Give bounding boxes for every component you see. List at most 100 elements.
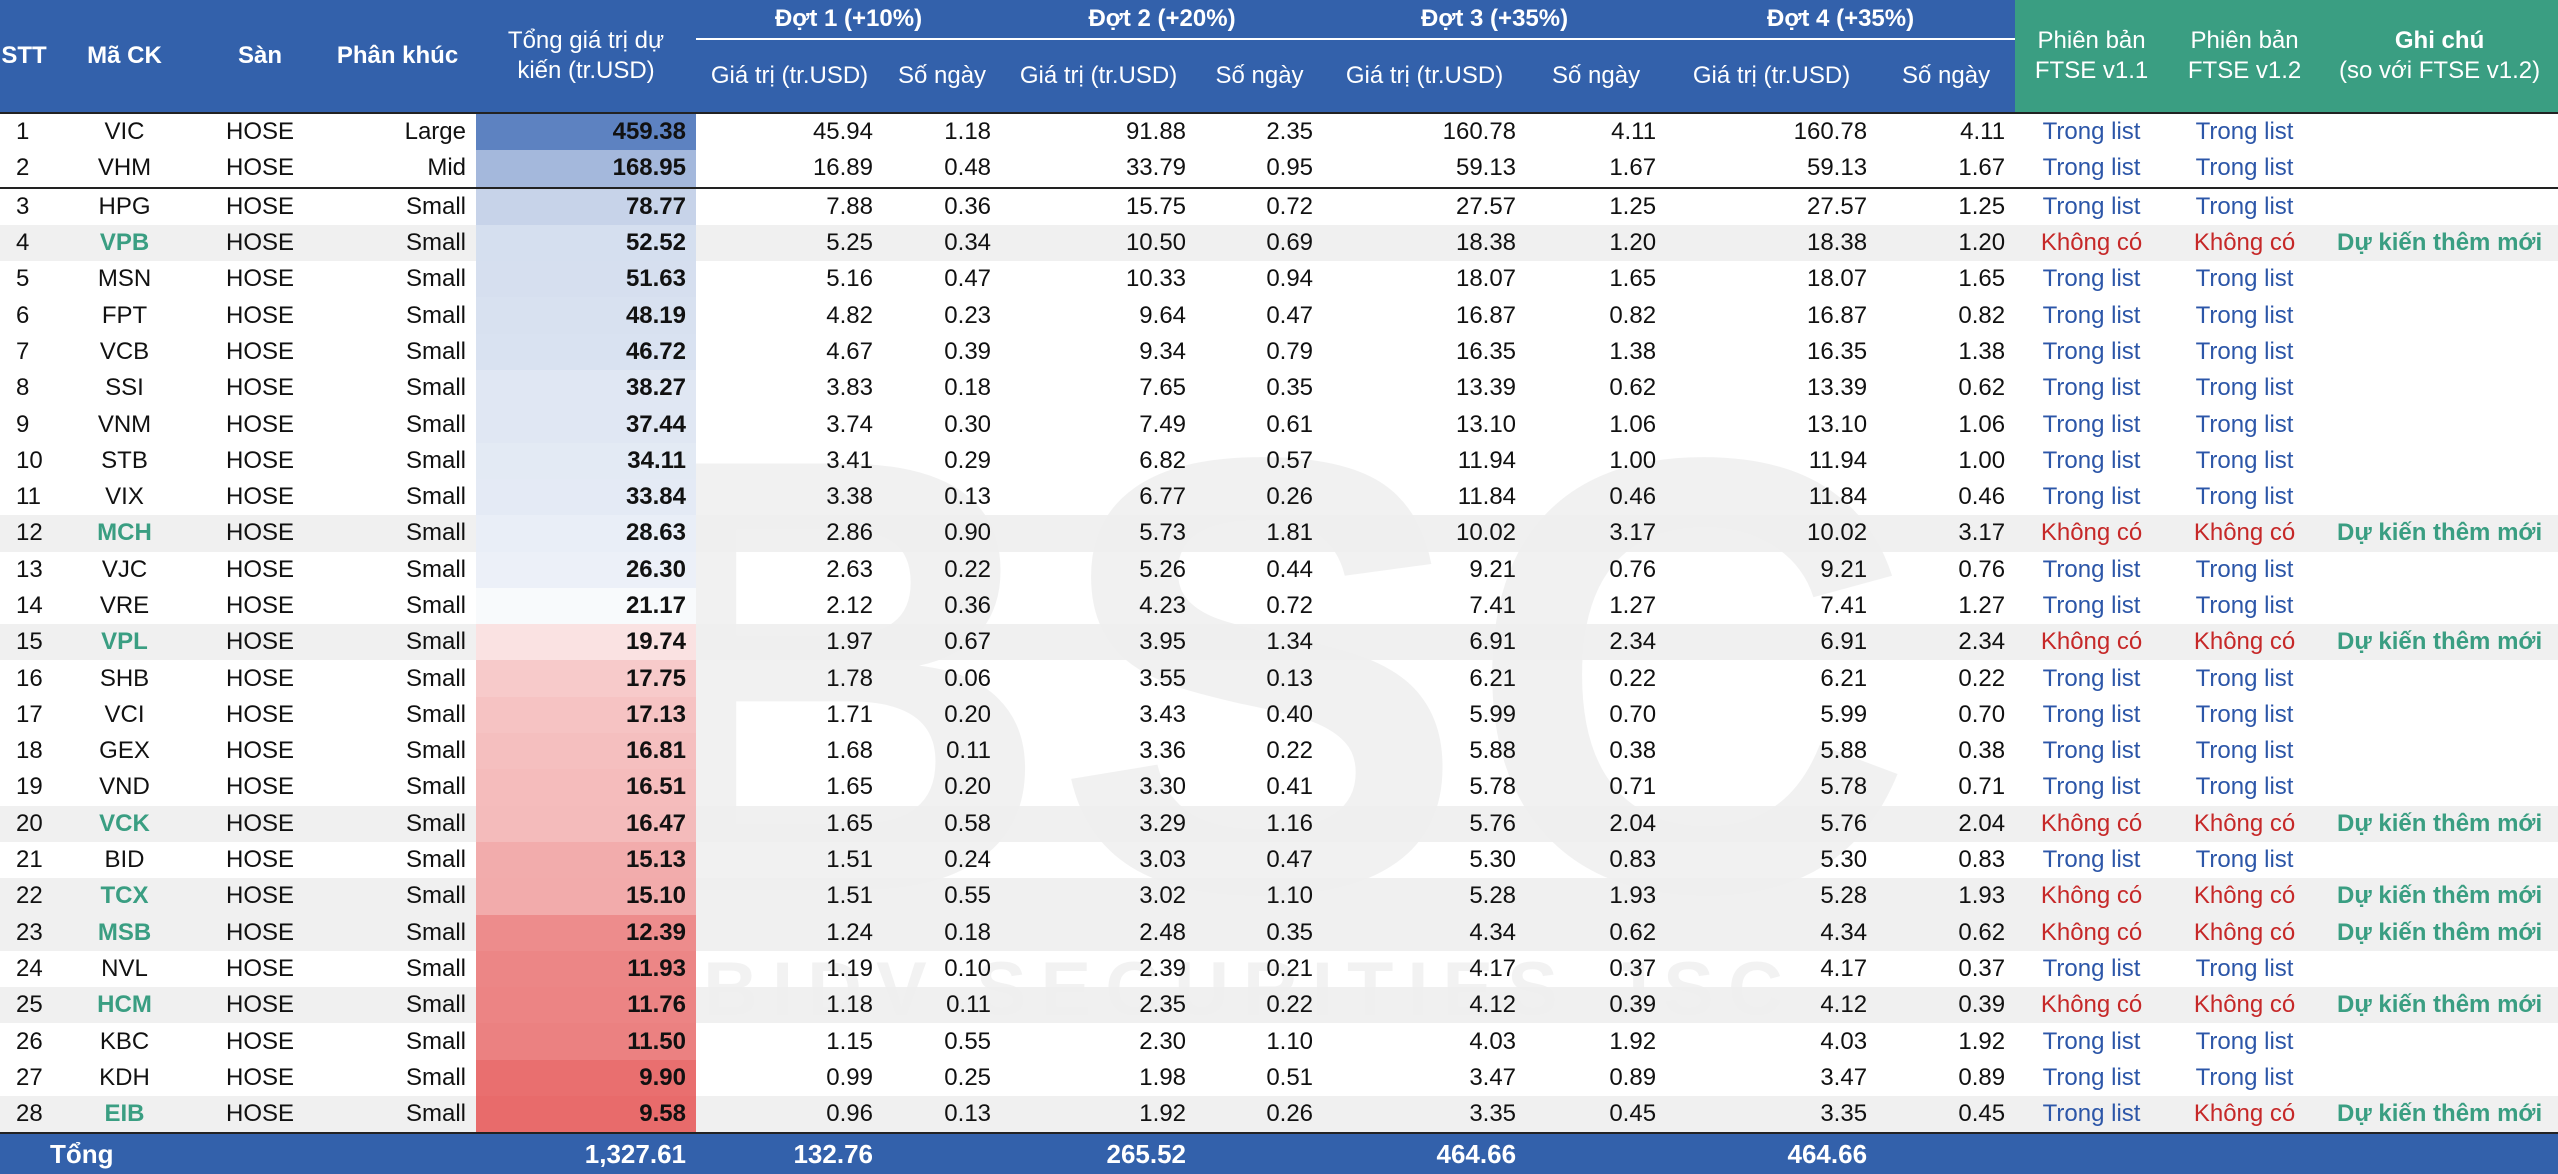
row-dot4-so-ngay: 2.04 [1877, 805, 2016, 842]
row-dot2-so-ngay: 0.57 [1266, 446, 1314, 474]
row-ftse-v12: Trong list [2195, 337, 2294, 365]
col-dot2-gia-tri: Giá trị (tr.USD) [1001, 39, 1197, 113]
row-dot1-so-ngay: 0.25 [944, 1063, 992, 1091]
row-ghi-chu [2321, 769, 2558, 805]
row-dot4-so-ngay: 0.38 [1958, 737, 2006, 765]
row-total: 17.13 [476, 696, 696, 734]
table-row: 5 MSN HOSE Small 51.63 5.16 0.47 10.33 0.94 18.07… [0, 261, 2558, 298]
row-dot1-so-ngay: 0.18 [944, 374, 992, 402]
row-ftse-v12: Trong list [2195, 1063, 2294, 1091]
row-san: HOSE [225, 483, 294, 511]
table-row: 25 HCM HOSE Small 11.76 1.18 0.11 2.35 0.22 4.12 0… [0, 987, 2558, 1024]
row-san: HOSE [201, 1096, 319, 1134]
row-total: 34.11 [476, 442, 696, 479]
row-dot2-gia-tri: 4.23 [1139, 592, 1187, 619]
row-stt: 6 [16, 301, 30, 329]
row-phan-khuc: Small [319, 914, 476, 951]
row-dot2-so-ngay: 0.51 [1266, 1063, 1314, 1091]
row-stt: 26 [16, 1027, 43, 1055]
row-dot1-gia-tri: 1.71 [826, 700, 873, 728]
row-dot1-gia-tri: 0.99 [826, 1063, 873, 1091]
table-row: 23 MSB HOSE Small 12.39 1.24 0.18 2.48 0.35 4.34 0… [0, 914, 2558, 951]
row-dot4-gia-tri: 6.21 [1820, 664, 1868, 692]
row-total: 9.90 [476, 1059, 696, 1097]
row-dot1-so-ngay: 0.39 [944, 337, 992, 365]
row-dot1-so-ngay: 0.67 [883, 624, 1002, 661]
row-dot4-gia-tri: 13.39 [1806, 374, 1868, 402]
row-dot2-gia-tri: 10.50 [1001, 224, 1197, 262]
col-ftse-v12-line1: Phiên bản [2190, 27, 2299, 54]
row-ghi-chu: Dự kiến thêm mới [2321, 987, 2558, 1024]
row-dot3-so-ngay: 1.65 [1609, 265, 1657, 293]
row-san: HOSE [225, 592, 294, 619]
row-dot3-gia-tri: 6.21 [1469, 664, 1517, 692]
row-dot1-so-ngay: 0.23 [944, 301, 992, 329]
row-dot2-gia-tri: 15.75 [1125, 192, 1187, 220]
row-ma-ck: VCK [48, 805, 201, 842]
row-ftse-v12: Trong list [2195, 592, 2294, 619]
row-phan-khuc: Small [405, 483, 466, 511]
table-row: 27 KDH HOSE Small 9.90 0.99 0.25 1.98 0.51 3.47 0.… [0, 1059, 2558, 1097]
row-ma-ck: SSI [105, 374, 144, 402]
row-san: HOSE [225, 700, 294, 728]
row-dot4-gia-tri: 4.03 [1820, 1027, 1868, 1055]
row-ghi-chu [2321, 188, 2558, 225]
row-dot1-so-ngay: 0.34 [883, 224, 1002, 262]
row-phan-khuc: Small [319, 224, 476, 262]
col-ghi-chu: Ghi chú (so với FTSE v1.2) [2321, 0, 2558, 113]
row-phan-khuc: Small [405, 737, 466, 765]
row-phan-khuc: Small [405, 374, 466, 402]
row-dot3-so-ngay: 2.34 [1526, 624, 1667, 661]
table-row: 24 NVL HOSE Small 11.93 1.19 0.10 2.39 0.21 4.17 0… [0, 950, 2558, 988]
row-stt: 14 [16, 592, 43, 619]
row-dot3-so-ngay: 1.06 [1609, 410, 1657, 438]
row-ma-ck: VNM [97, 410, 152, 438]
row-dot4-gia-tri: 27.57 [1806, 192, 1868, 220]
row-total: 21.17 [476, 587, 696, 625]
row-san: HOSE [201, 624, 319, 661]
row-ftse-v11: Không có [2015, 515, 2169, 552]
row-dot3-gia-tri: 6.91 [1323, 624, 1527, 661]
row-ghi-chu: Dự kiến thêm mới [2321, 515, 2558, 552]
row-dot4-gia-tri: 5.30 [1820, 846, 1868, 874]
table-header: STT Mã CK Sàn Phân khúc Tổng giá trị dự … [0, 0, 2558, 113]
row-dot2-so-ngay: 0.47 [1266, 301, 1314, 329]
table-row: 1 VIC HOSE Large 459.38 45.94 1.18 91.88 2.35 160… [0, 111, 2558, 151]
row-ftse-v11: Trong list [2042, 337, 2141, 365]
row-dot2-so-ngay: 0.72 [1266, 592, 1314, 619]
row-ftse-v11: Trong list [2042, 446, 2141, 474]
row-phan-khuc: Small [405, 446, 466, 474]
row-dot3-gia-tri: 18.07 [1455, 265, 1517, 293]
row-dot2-so-ngay: 0.44 [1266, 555, 1314, 583]
row-ftse-v11: Không có [2015, 914, 2169, 951]
col-group-dot4: Đợt 4 (+35%) [1666, 0, 2016, 40]
row-ftse-v11: Trong list [2042, 555, 2141, 583]
row-dot1-gia-tri: 1.97 [696, 624, 883, 661]
row-stt: 2 [0, 150, 48, 189]
row-total: 37.44 [476, 406, 696, 443]
row-stt: 27 [16, 1063, 43, 1091]
row-ma-ck: VJC [101, 555, 148, 583]
row-dot2-so-ngay: 0.35 [1196, 914, 1324, 951]
row-phan-khuc: Small [405, 592, 466, 619]
row-dot2-so-ngay: 1.16 [1196, 805, 1324, 842]
row-dot3-so-ngay: 2.04 [1526, 805, 1667, 842]
row-dot2-gia-tri: 7.65 [1139, 374, 1187, 402]
table-row: 20 VCK HOSE Small 16.47 1.65 0.58 3.29 1.16 5.76 2… [0, 805, 2558, 842]
row-dot1-gia-tri: 1.51 [696, 878, 883, 915]
row-dot2-gia-tri: 1.92 [1001, 1096, 1197, 1134]
row-dot4-gia-tri: 9.21 [1820, 555, 1868, 583]
row-san: HOSE [201, 515, 319, 552]
row-phan-khuc: Small [319, 624, 476, 661]
row-ghi-chu [2321, 588, 2558, 624]
row-ma-ck: HPG [98, 192, 151, 220]
row-san: HOSE [225, 737, 294, 765]
row-dot3-so-ngay: 1.93 [1526, 878, 1667, 915]
row-ftse-v12: Trong list [2195, 555, 2294, 583]
col-ghi-chu-line2: (so với FTSE v1.2) [2339, 57, 2541, 84]
row-total: 51.63 [476, 261, 696, 298]
row-total: 48.19 [476, 297, 696, 334]
row-dot1-gia-tri: 3.38 [826, 483, 873, 511]
row-ghi-chu: Dự kiến thêm mới [2321, 224, 2558, 262]
row-phan-khuc: Small [405, 700, 466, 728]
